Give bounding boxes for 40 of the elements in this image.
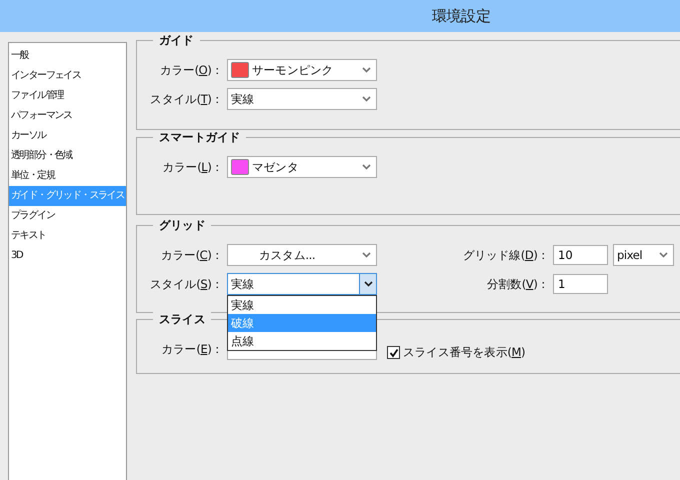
checkbox-label: スライス番号を表示(M)	[403, 345, 526, 360]
sidebar-item[interactable]: テキスト	[9, 226, 126, 246]
dropdown-option[interactable]: 点線	[228, 332, 376, 350]
field-label: グリッド線(D)：	[462, 248, 549, 262]
dropdown-field[interactable]: 実線	[227, 88, 377, 110]
dropdown-field[interactable]: サーモンピンク	[227, 59, 377, 81]
chevron-down-icon	[658, 252, 668, 258]
chevron-down-icon	[362, 67, 370, 73]
group-title: ガイド	[153, 33, 200, 48]
sidebar-item[interactable]: 一般	[9, 46, 126, 66]
number-field[interactable]: 10	[553, 245, 608, 265]
sidebar-item[interactable]: 透明部分・色域	[9, 146, 126, 166]
chevron-down-icon	[362, 164, 370, 170]
field-label: カラー(O)：	[158, 62, 223, 78]
unit-dropdown[interactable]: pixel	[613, 244, 674, 266]
sidebar-item[interactable]: プラグイン	[9, 206, 126, 226]
chevron-down-icon	[362, 96, 370, 102]
sidebar-item[interactable]: カーソル	[9, 126, 126, 146]
sidebar-item[interactable]: 3D	[9, 246, 126, 266]
number-field[interactable]: 1	[553, 274, 608, 294]
sidebar-item[interactable]: ファイル管理	[9, 86, 126, 106]
sidebar-item[interactable]: インターフェイス	[9, 66, 126, 86]
field-label: カラー(E)：	[160, 342, 223, 356]
field-label: スタイル(T)：	[149, 92, 223, 106]
field-label: スタイル(S)：	[148, 276, 223, 292]
dropdown-option[interactable]: 実線	[228, 296, 376, 314]
chevron-down-icon	[362, 252, 370, 258]
sidebar-item[interactable]: パフォーマンス	[9, 106, 126, 126]
chevron-down-icon	[364, 281, 372, 287]
sidebar-item[interactable]: 単位・定規	[9, 166, 126, 186]
field-label: カラー(C)：	[160, 248, 223, 262]
group-title: スマートガイド	[153, 130, 246, 145]
group-title: グリッド	[153, 218, 212, 233]
window-title: 環境設定	[432, 6, 490, 26]
field-label: カラー(L)：	[161, 160, 223, 174]
group-title: スライス	[153, 312, 212, 327]
dropdown-field[interactable]: カスタム...	[227, 244, 377, 266]
checkbox[interactable]	[387, 346, 400, 359]
field-label: 分割数(V)：	[486, 276, 549, 292]
dropdown-field[interactable]: マゼンタ	[227, 156, 377, 178]
